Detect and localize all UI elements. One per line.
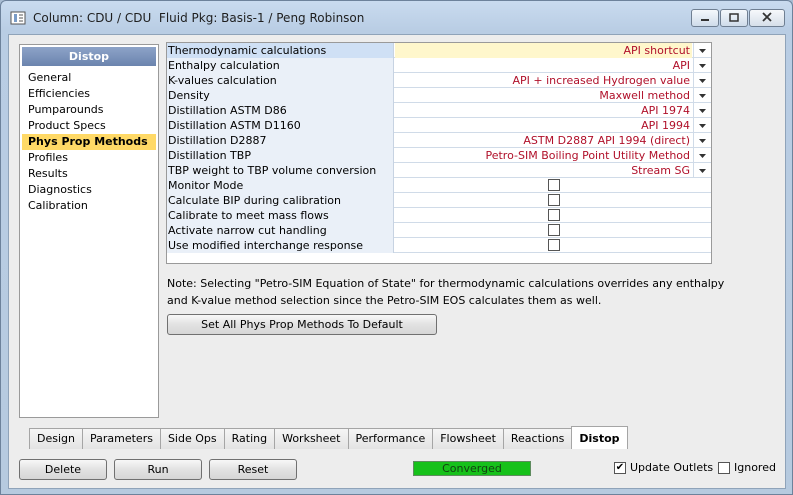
- window-title: Column: CDU / CDU Fluid Pkg: Basis-1 / P…: [33, 11, 365, 25]
- grid-row[interactable]: Calibrate to meet mass flows: [167, 208, 711, 223]
- dropdown-arrow-icon[interactable]: [693, 43, 710, 58]
- row-value-dropdown[interactable]: API + increased Hydrogen value: [395, 73, 692, 88]
- dropdown-arrow-icon[interactable]: [693, 58, 710, 73]
- tab-side-ops[interactable]: Side Ops: [159, 428, 225, 449]
- tab-worksheet[interactable]: Worksheet: [274, 428, 349, 449]
- row-value-dropdown[interactable]: Petro-SIM Boiling Point Utility Method: [395, 148, 692, 163]
- row-label: Activate narrow cut handling: [167, 223, 394, 238]
- row-checkbox[interactable]: [548, 209, 560, 221]
- grid-row[interactable]: Density Maxwell method: [167, 88, 711, 103]
- nav-item-general[interactable]: General: [22, 70, 156, 86]
- dropdown-arrow-icon[interactable]: [693, 148, 710, 163]
- tab-reactions[interactable]: Reactions: [502, 428, 573, 449]
- update-outlets-label: Update Outlets: [630, 461, 714, 474]
- row-label: Distillation TBP: [167, 148, 394, 163]
- grid-row[interactable]: Activate narrow cut handling: [167, 223, 711, 238]
- note-line-1: Note: Selecting "Petro-SIM Equation of S…: [167, 277, 725, 290]
- dropdown-arrow-icon[interactable]: [693, 88, 710, 103]
- row-label: Use modified interchange response: [167, 238, 394, 253]
- minimize-icon: [700, 12, 710, 25]
- ignored-label: Ignored: [734, 461, 776, 474]
- row-value-dropdown[interactable]: API: [395, 58, 692, 73]
- note-line-2: and K-value method selection since the P…: [167, 294, 602, 307]
- dropdown-arrow-icon[interactable]: [693, 163, 710, 178]
- reset-button[interactable]: Reset: [209, 459, 297, 480]
- row-label: Thermodynamic calculations: [167, 43, 394, 58]
- grid-row[interactable]: Distillation D2887 ASTM D2887 API 1994 (d…: [167, 133, 711, 148]
- row-label: Calculate BIP during calibration: [167, 193, 394, 208]
- nav-item-pumparounds[interactable]: Pumparounds: [22, 102, 156, 118]
- set-default-button[interactable]: Set All Phys Prop Methods To Default: [167, 314, 437, 335]
- grid-row[interactable]: Thermodynamic calculations API shortcut: [167, 43, 711, 58]
- nav-item-phys-prop-methods[interactable]: Phys Prop Methods: [22, 134, 156, 150]
- grid-row[interactable]: TBP weight to TBP volume conversion Strea…: [167, 163, 711, 178]
- grid-row[interactable]: Use modified interchange response: [167, 238, 711, 253]
- maximize-icon: [729, 12, 739, 25]
- dropdown-arrow-icon[interactable]: [693, 103, 710, 118]
- row-checkbox[interactable]: [548, 194, 560, 206]
- nav-header: Distop: [22, 47, 156, 66]
- status-indicator: Converged: [413, 461, 531, 476]
- grid-row[interactable]: Monitor Mode: [167, 178, 711, 193]
- row-checkbox[interactable]: [548, 179, 560, 191]
- tab-strip: Design Parameters Side Ops Rating Worksheet P…: [29, 426, 628, 449]
- nav-item-product-specs[interactable]: Product Specs: [22, 118, 156, 134]
- nav-list: General Efficiencies Pumparounds Product Sp…: [20, 70, 158, 214]
- page-navigator: Distop General Efficiencies Pumparounds Pro…: [19, 44, 159, 418]
- row-value-dropdown[interactable]: API 1994: [395, 118, 692, 133]
- delete-button[interactable]: Delete: [19, 459, 107, 480]
- maximize-button[interactable]: [720, 9, 748, 27]
- row-value-dropdown[interactable]: Maxwell method: [395, 88, 692, 103]
- grid-row[interactable]: Distillation ASTM D86 API 1974: [167, 103, 711, 118]
- run-button[interactable]: Run: [114, 459, 202, 480]
- row-label: TBP weight to TBP volume conversion: [167, 163, 394, 178]
- row-value-dropdown[interactable]: ASTM D2887 API 1994 (direct): [395, 133, 692, 148]
- row-value-dropdown[interactable]: API 1974: [395, 103, 692, 118]
- row-value-dropdown[interactable]: Stream SG: [395, 163, 692, 178]
- row-label: Enthalpy calculation: [167, 58, 394, 73]
- grid-row[interactable]: Calculate BIP during calibration: [167, 193, 711, 208]
- tab-distop[interactable]: Distop: [571, 426, 628, 449]
- nav-item-diagnostics[interactable]: Diagnostics: [22, 182, 156, 198]
- tab-rating[interactable]: Rating: [223, 428, 276, 449]
- close-button[interactable]: [749, 9, 785, 27]
- column-window: Column: CDU / CDU Fluid Pkg: Basis-1 / P…: [0, 0, 793, 495]
- nav-item-results[interactable]: Results: [22, 166, 156, 182]
- ignored-checkbox[interactable]: [718, 462, 730, 474]
- grid-row[interactable]: Distillation TBP Petro-SIM Boiling Point …: [167, 148, 711, 163]
- client-area: Distop General Efficiencies Pumparounds Pro…: [8, 34, 786, 489]
- nav-item-profiles[interactable]: Profiles: [22, 150, 156, 166]
- tab-parameters[interactable]: Parameters: [81, 428, 161, 449]
- close-icon: [762, 11, 772, 25]
- row-value-dropdown[interactable]: API shortcut: [395, 43, 692, 58]
- update-outlets-checkbox[interactable]: ✔: [614, 462, 626, 474]
- row-checkbox[interactable]: [548, 224, 560, 236]
- row-label: Calibrate to meet mass flows: [167, 208, 394, 223]
- dropdown-arrow-icon[interactable]: [693, 73, 710, 88]
- row-checkbox[interactable]: [548, 239, 560, 251]
- note-text: Note: Selecting "Petro-SIM Equation of S…: [167, 275, 727, 309]
- row-label: K-values calculation: [167, 73, 394, 88]
- grid-row[interactable]: K-values calculation API + increased Hydr…: [167, 73, 711, 88]
- nav-item-calibration[interactable]: Calibration: [22, 198, 156, 214]
- row-label: Monitor Mode: [167, 178, 394, 193]
- phys-prop-grid: Thermodynamic calculations API shortcut En…: [166, 42, 712, 264]
- tab-performance[interactable]: Performance: [347, 428, 434, 449]
- tab-design[interactable]: Design: [29, 428, 83, 449]
- title-bar[interactable]: Column: CDU / CDU Fluid Pkg: Basis-1 / P…: [1, 1, 792, 35]
- dropdown-arrow-icon[interactable]: [693, 133, 710, 148]
- grid-row[interactable]: Enthalpy calculation API: [167, 58, 711, 73]
- row-label: Density: [167, 88, 394, 103]
- row-label: Distillation D2887: [167, 133, 394, 148]
- row-label: Distillation ASTM D1160: [167, 118, 394, 133]
- nav-item-efficiencies[interactable]: Efficiencies: [22, 86, 156, 102]
- grid-row[interactable]: Distillation ASTM D1160 API 1994: [167, 118, 711, 133]
- column-app-icon: [10, 11, 26, 25]
- row-label: Distillation ASTM D86: [167, 103, 394, 118]
- minimize-button[interactable]: [691, 9, 719, 27]
- dropdown-arrow-icon[interactable]: [693, 118, 710, 133]
- tab-flowsheet[interactable]: Flowsheet: [432, 428, 504, 449]
